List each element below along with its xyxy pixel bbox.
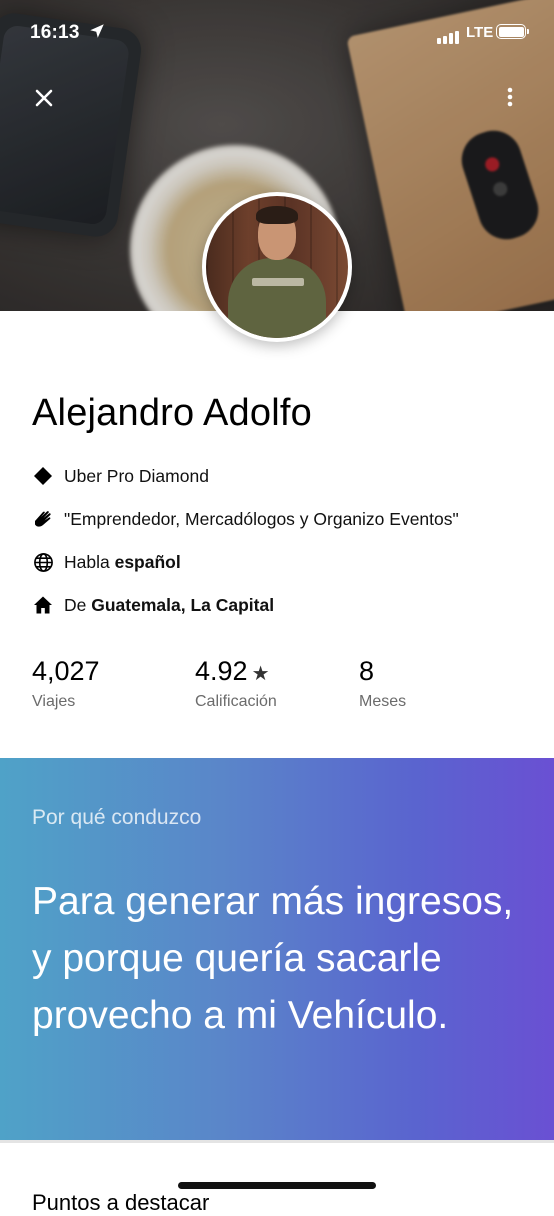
close-icon[interactable] xyxy=(28,82,60,114)
status-bar: 16:13 LTE xyxy=(0,0,554,66)
star-icon: ★ xyxy=(251,663,270,685)
home-icon xyxy=(32,594,54,616)
stat-trips: 4,027 Viajes xyxy=(32,656,100,711)
language-prefix: Habla xyxy=(64,551,115,572)
section-divider xyxy=(0,1140,554,1143)
avatar-photo xyxy=(206,196,348,338)
battery-icon xyxy=(496,24,529,39)
next-section-heading: Puntos a destacar xyxy=(32,1190,210,1215)
why-i-drive-title: Por qué conduzco xyxy=(32,806,202,829)
hometown-row: De Guatemala, La Capital xyxy=(32,594,274,616)
status-time: 16:13 xyxy=(30,22,80,43)
stat-trips-label: Viajes xyxy=(32,693,76,710)
driver-name: Alejandro Adolfo xyxy=(32,392,312,434)
globe-icon xyxy=(32,551,54,573)
diamond-icon xyxy=(32,465,54,487)
stat-months-value: 8 xyxy=(359,656,375,686)
hometown-value: Guatemala, La Capital xyxy=(91,594,275,615)
stat-rating: 4.92 ★ Calificación xyxy=(195,656,277,711)
tier-label: Uber Pro Diamond xyxy=(64,465,209,486)
stat-months: 8 Meses xyxy=(359,656,406,711)
tagline-text: "Emprendedor, Mercadólogos y Organizo Ev… xyxy=(64,508,459,529)
home-indicator[interactable] xyxy=(178,1182,376,1189)
hometown-prefix: De xyxy=(64,594,92,615)
more-vertical-icon[interactable] xyxy=(496,82,524,114)
network-type: LTE xyxy=(466,24,494,41)
why-i-drive-quote: Para generar más ingresos, y porque quer… xyxy=(32,880,514,1037)
tagline-row: "Emprendedor, Mercadólogos y Organizo Ev… xyxy=(32,508,459,530)
hand-wave-icon xyxy=(32,508,54,530)
signal-icon xyxy=(437,26,461,44)
stat-rating-value: 4.92 xyxy=(195,656,248,686)
location-arrow-icon xyxy=(90,24,104,38)
why-i-drive-card: Por qué conduzco Para generar más ingres… xyxy=(0,758,554,1140)
stat-trips-value: 4,027 xyxy=(32,656,100,686)
avatar xyxy=(202,192,352,342)
stat-rating-label: Calificación xyxy=(195,693,277,710)
language-row: Habla español xyxy=(32,551,181,573)
stat-months-label: Meses xyxy=(359,693,407,710)
tier-row: Uber Pro Diamond xyxy=(32,465,209,487)
language-value: español xyxy=(114,551,181,572)
